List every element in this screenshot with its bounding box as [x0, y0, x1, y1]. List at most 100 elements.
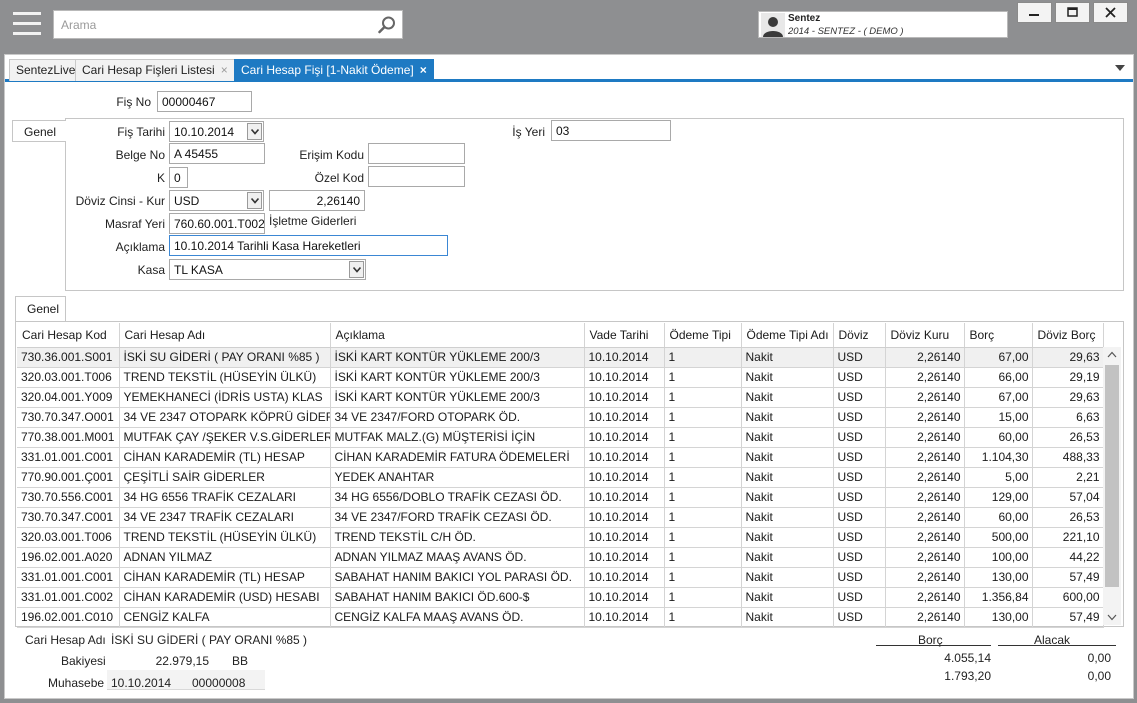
- table-cell[interactable]: 67,00: [964, 387, 1033, 408]
- table-cell[interactable]: MUTFAK MALZ.(G) MÜŞTERİSİ İÇİN: [330, 427, 585, 448]
- table-cell[interactable]: Nakit: [741, 587, 834, 608]
- table-cell[interactable]: 2,26140: [885, 547, 965, 568]
- table-cell[interactable]: 1: [664, 487, 742, 508]
- table-row[interactable]: 196.02.001.A020 ADNAN YILMAZ ADNAN YILMAZ …: [17, 547, 1104, 568]
- tab-cari-hesap-fisleri-listesi[interactable]: Cari Hesap Fişleri Listesi ×: [75, 59, 235, 81]
- table-cell[interactable]: 57,04: [1032, 487, 1104, 508]
- fis-tarihi-field[interactable]: 10.10.2014: [169, 121, 264, 142]
- table-cell[interactable]: 10.10.2014: [584, 527, 665, 548]
- table-cell[interactable]: 1: [664, 407, 742, 428]
- is-yeri-field[interactable]: 03: [551, 120, 671, 141]
- table-cell[interactable]: USD: [833, 567, 886, 588]
- table-row[interactable]: 320.03.001.T006 TREND TEKSTİL (HÜSEYİN ÜL…: [17, 367, 1104, 388]
- table-cell[interactable]: 2,26140: [885, 427, 965, 448]
- table-cell[interactable]: 1: [664, 547, 742, 568]
- search-input[interactable]: [54, 11, 364, 38]
- table-cell[interactable]: 2,26140: [885, 407, 965, 428]
- table-cell[interactable]: 2,26140: [885, 367, 965, 388]
- table-cell[interactable]: MUTFAK ÇAY /ŞEKER V.S.GİDERLER: [119, 427, 331, 448]
- table-cell[interactable]: USD: [833, 367, 886, 388]
- table-row[interactable]: 730.70.347.O001 34 VE 2347 OTOPARK KÖPRÜ …: [17, 407, 1104, 428]
- table-cell[interactable]: USD: [833, 587, 886, 608]
- table-row[interactable]: 770.38.001.M001 MUTFAK ÇAY /ŞEKER V.S.GİD…: [17, 427, 1104, 448]
- belge-no-field[interactable]: A 45455: [169, 143, 265, 164]
- column-header[interactable]: Döviz Kuru: [885, 323, 965, 348]
- table-cell[interactable]: 10.10.2014: [584, 407, 665, 428]
- table-cell[interactable]: CİHAN KARADEMİR (TL) HESAP: [119, 567, 331, 588]
- table-cell[interactable]: SABAHAT HANIM BAKICI YOL PARASI ÖD.: [330, 567, 585, 588]
- table-cell[interactable]: TREND TEKSTİL (HÜSEYİN ÜLKÜ): [119, 527, 331, 548]
- table-cell[interactable]: 10.10.2014: [584, 347, 665, 368]
- table-cell[interactable]: 196.02.001.A020: [17, 547, 120, 568]
- tab-cari-hesap-fisi[interactable]: Cari Hesap Fişi [1-Nakit Ödeme] ×: [234, 59, 434, 82]
- table-cell[interactable]: 730.70.347.O001: [17, 407, 120, 428]
- table-cell[interactable]: 26,53: [1032, 427, 1104, 448]
- table-cell[interactable]: 2,26140: [885, 607, 965, 628]
- table-cell[interactable]: 2,26140: [885, 347, 965, 368]
- table-cell[interactable]: 331.01.001.C002: [17, 587, 120, 608]
- column-header[interactable]: Ödeme Tipi: [664, 323, 742, 348]
- kasa-dropdown-button[interactable]: [349, 261, 364, 278]
- side-tab-genel[interactable]: Genel: [12, 120, 66, 142]
- table-cell[interactable]: 34 HG 6556 TRAFİK CEZALARI: [119, 487, 331, 508]
- table-cell[interactable]: 6,63: [1032, 407, 1104, 428]
- table-row[interactable]: 331.01.001.C002 CİHAN KARADEMİR (USD) HES…: [17, 587, 1104, 608]
- table-cell[interactable]: 10.10.2014: [584, 367, 665, 388]
- table-cell[interactable]: 1: [664, 427, 742, 448]
- table-cell[interactable]: 5,00: [964, 467, 1033, 488]
- table-row[interactable]: 730.70.556.C001 34 HG 6556 TRAFİK CEZALAR…: [17, 487, 1104, 508]
- table-cell[interactable]: USD: [833, 347, 886, 368]
- table-cell[interactable]: 60,00: [964, 427, 1033, 448]
- table-cell[interactable]: 44,22: [1032, 547, 1104, 568]
- table-cell[interactable]: 1.356,84: [964, 587, 1033, 608]
- table-cell[interactable]: 2,26140: [885, 567, 965, 588]
- table-cell[interactable]: İSKİ KART KONTÜR YÜKLEME 200/3: [330, 387, 585, 408]
- table-cell[interactable]: Nakit: [741, 547, 834, 568]
- table-cell[interactable]: Nakit: [741, 447, 834, 468]
- table-cell[interactable]: 488,33: [1032, 447, 1104, 468]
- table-cell[interactable]: USD: [833, 507, 886, 528]
- table-row[interactable]: 331.01.001.C001 CİHAN KARADEMİR (TL) HESA…: [17, 567, 1104, 588]
- tab-list-dropdown-icon[interactable]: [1115, 64, 1125, 72]
- table-cell[interactable]: 1: [664, 507, 742, 528]
- table-cell[interactable]: İSKİ KART KONTÜR YÜKLEME 200/3: [330, 367, 585, 388]
- table-cell[interactable]: Nakit: [741, 367, 834, 388]
- table-cell[interactable]: 1: [664, 367, 742, 388]
- table-row[interactable]: 196.02.001.C010 CENGİZ KALFA CENGİZ KALFA …: [17, 607, 1104, 628]
- table-cell[interactable]: USD: [833, 387, 886, 408]
- table-cell[interactable]: 2,26140: [885, 467, 965, 488]
- table-cell[interactable]: SABAHAT HANIM BAKICI ÖD.600-$: [330, 587, 585, 608]
- table-cell[interactable]: ÇEŞİTLİ SAİR GİDERLER: [119, 467, 331, 488]
- fis-no-field[interactable]: 00000467: [157, 91, 252, 112]
- table-cell[interactable]: 130,00: [964, 567, 1033, 588]
- scroll-up-icon[interactable]: [1107, 351, 1117, 358]
- kur-field[interactable]: 2,26140: [269, 190, 365, 211]
- table-cell[interactable]: 331.01.001.C001: [17, 447, 120, 468]
- table-cell[interactable]: CİHAN KARADEMİR FATURA ÖDEMELERİ: [330, 447, 585, 468]
- table-cell[interactable]: 770.38.001.M001: [17, 427, 120, 448]
- table-cell[interactable]: Nakit: [741, 467, 834, 488]
- table-row[interactable]: 730.70.347.C001 34 VE 2347 TRAFİK CEZALAR…: [17, 507, 1104, 528]
- table-cell[interactable]: 129,00: [964, 487, 1033, 508]
- table-cell[interactable]: 2,26140: [885, 587, 965, 608]
- table-cell[interactable]: 730.70.556.C001: [17, 487, 120, 508]
- table-cell[interactable]: Nakit: [741, 607, 834, 628]
- table-cell[interactable]: YEDEK ANAHTAR: [330, 467, 585, 488]
- masraf-yeri-field[interactable]: 760.60.001.T002: [169, 213, 265, 234]
- table-cell[interactable]: 2,26140: [885, 387, 965, 408]
- table-cell[interactable]: 320.03.001.T006: [17, 367, 120, 388]
- column-header[interactable]: Vade Tarihi: [584, 323, 665, 348]
- table-cell[interactable]: CİHAN KARADEMİR (USD) HESABI: [119, 587, 331, 608]
- table-cell[interactable]: 10.10.2014: [584, 547, 665, 568]
- table-cell[interactable]: 1: [664, 607, 742, 628]
- tab-sentezlive[interactable]: SentezLive: [9, 59, 83, 81]
- table-cell[interactable]: CENGİZ KALFA MAAŞ AVANS ÖD.: [330, 607, 585, 628]
- table-cell[interactable]: 34 VE 2347/FORD TRAFİK CEZASI ÖD.: [330, 507, 585, 528]
- minimize-button[interactable]: [1017, 2, 1052, 23]
- user-panel[interactable]: Sentez 2014 - SENTEZ - ( DEMO ): [758, 11, 1008, 38]
- kasa-field[interactable]: TL KASA: [169, 259, 366, 280]
- tab-close-icon[interactable]: ×: [221, 63, 228, 77]
- table-cell[interactable]: Nakit: [741, 487, 834, 508]
- table-cell[interactable]: 66,00: [964, 367, 1033, 388]
- table-cell[interactable]: 10.10.2014: [584, 427, 665, 448]
